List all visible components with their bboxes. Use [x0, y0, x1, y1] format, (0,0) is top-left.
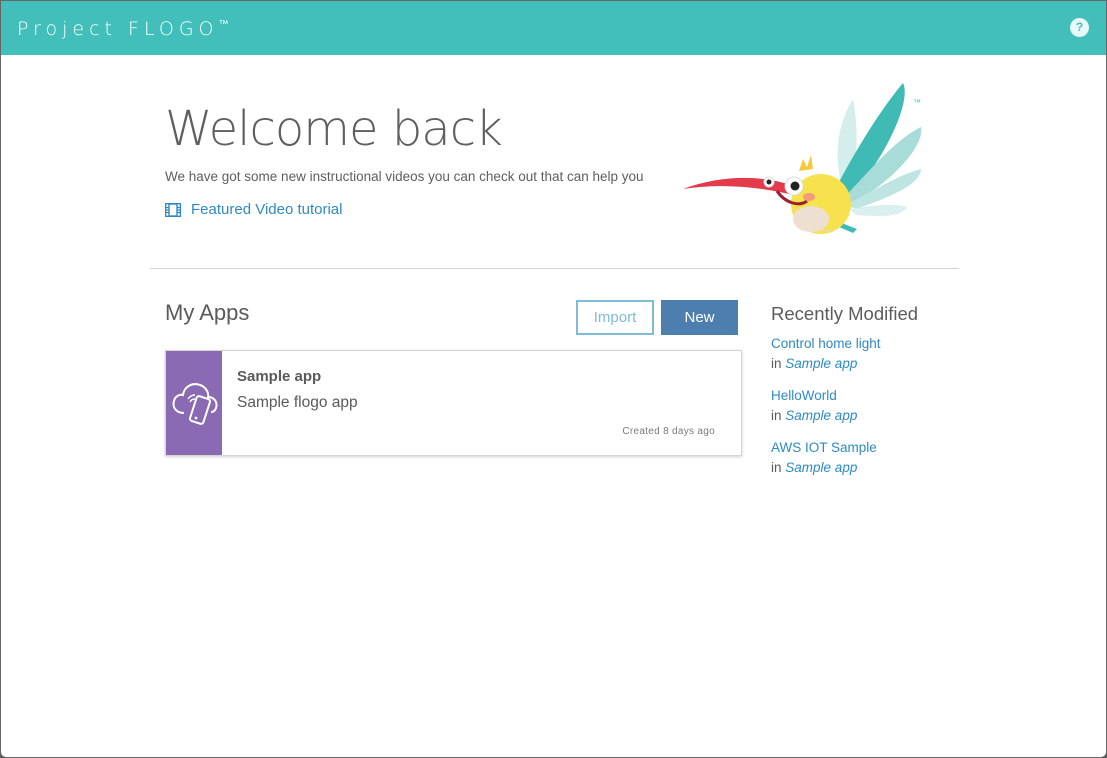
recent-app-link[interactable]: Sample app: [785, 356, 857, 371]
cloud-phone-icon: [172, 383, 218, 425]
recent-app-link[interactable]: Sample app: [785, 408, 857, 423]
recent-item: Control home light in Sample app: [771, 334, 881, 374]
top-bar: Project FLOGO™ ?: [1, 1, 1106, 55]
app-window: Project FLOGO™ ? Welcome back We have go…: [0, 0, 1107, 758]
recent-item: HelloWorld in Sample app: [771, 386, 857, 426]
brand-text: Project FLOGO: [17, 18, 219, 40]
welcome-title: Welcome back: [165, 101, 503, 157]
recent-flow-link[interactable]: AWS IOT Sample: [771, 438, 877, 458]
pupil: [766, 179, 772, 185]
new-app-button[interactable]: New: [661, 300, 738, 335]
mascot-trademark: ™: [913, 98, 921, 107]
help-icon: ?: [1075, 20, 1084, 34]
app-description: Sample flogo app: [237, 394, 358, 411]
welcome-subtitle: We have got some new instructional video…: [165, 169, 644, 184]
bird-belly: [793, 206, 829, 232]
section-divider: [150, 268, 959, 269]
pupil: [790, 181, 800, 191]
recent-flow-link[interactable]: Control home light: [771, 334, 881, 354]
trademark: ™: [218, 19, 229, 30]
film-icon: [165, 202, 181, 217]
in-label: in: [771, 356, 782, 371]
crest: [799, 155, 813, 171]
hummingbird-mascot: ™: [683, 83, 922, 234]
in-label: in: [771, 460, 782, 475]
app-thumbnail: [166, 351, 222, 455]
recently-modified-title: Recently Modified: [771, 303, 919, 324]
app-created-date: Created 8 days ago: [622, 426, 715, 437]
in-label: in: [771, 408, 782, 423]
cheek: [803, 193, 815, 201]
recent-item: AWS IOT Sample in Sample app: [771, 438, 877, 478]
featured-video-link[interactable]: Featured Video tutorial: [165, 201, 343, 218]
help-button[interactable]: ?: [1070, 18, 1089, 37]
app-name: Sample app: [237, 368, 322, 385]
app-card[interactable]: Sample app Sample flogo app Created 8 da…: [165, 350, 742, 456]
brand-logo[interactable]: Project FLOGO™: [17, 18, 229, 40]
recent-flow-link[interactable]: HelloWorld: [771, 386, 857, 406]
import-button[interactable]: Import: [576, 300, 654, 335]
recent-app-link[interactable]: Sample app: [785, 460, 857, 475]
featured-video-label: Featured Video tutorial: [191, 201, 343, 218]
my-apps-title: My Apps: [165, 300, 250, 325]
